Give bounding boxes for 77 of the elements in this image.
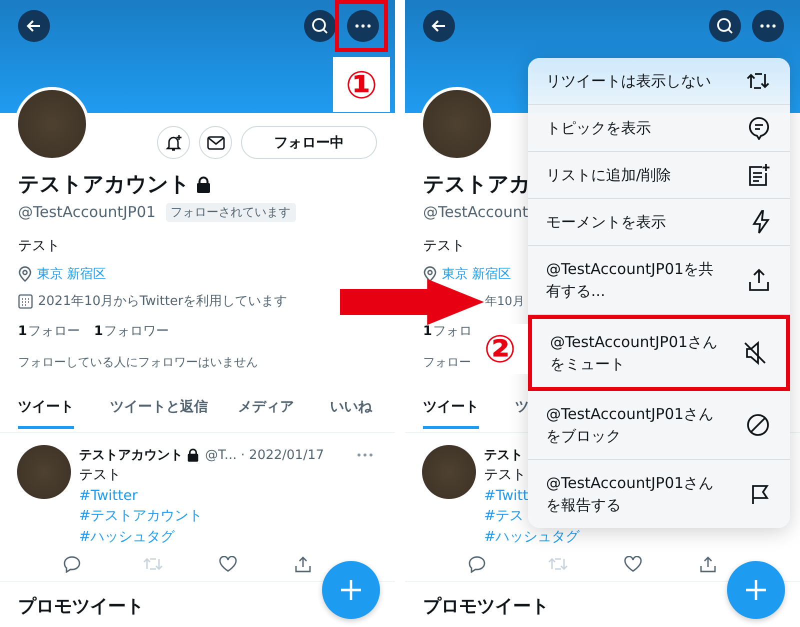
followers-note: フォロー xyxy=(423,354,471,371)
like-icon[interactable] xyxy=(624,556,642,572)
more-icon xyxy=(760,24,776,28)
section-title: プロモツイート xyxy=(423,595,549,618)
search-icon xyxy=(311,17,329,35)
notify-button[interactable] xyxy=(157,126,190,159)
search-icon xyxy=(716,17,734,35)
location-pin-icon xyxy=(18,266,32,282)
tweet-date: · 2022/01/17 xyxy=(240,448,324,462)
more-icon xyxy=(355,24,371,28)
profile-tab[interactable]: ツイート xyxy=(18,388,74,429)
like-icon[interactable] xyxy=(219,556,237,572)
profile-handle: @TestAccount xyxy=(423,203,528,221)
menu-item[interactable]: リツイートは表示しない xyxy=(528,58,790,105)
menu-item[interactable]: リストに追加/削除 xyxy=(528,152,790,199)
tweet-author: テストアカウント xyxy=(79,447,183,464)
more-icon[interactable] xyxy=(357,453,373,457)
retweet-icon xyxy=(746,71,770,91)
menu-item[interactable]: @TestAccountJP01さんをミュート xyxy=(528,315,790,391)
compose-button[interactable] xyxy=(322,561,380,619)
speech-bubble-icon xyxy=(748,116,770,140)
search-button[interactable] xyxy=(304,10,336,42)
tweet-handle: @T... xyxy=(205,448,237,462)
tweet-author: テスト xyxy=(484,447,523,464)
profile-tab[interactable]: メディア xyxy=(238,388,294,429)
profile-tab[interactable]: ツ xyxy=(515,388,529,429)
reply-icon[interactable] xyxy=(63,555,81,573)
followers-note: フォローしている人にフォロワーはいません xyxy=(18,354,258,371)
tweet-text: テスト xyxy=(79,466,121,485)
back-arrow-icon xyxy=(26,18,42,34)
mail-icon xyxy=(206,136,224,150)
reply-icon[interactable] xyxy=(468,555,486,573)
back-button[interactable] xyxy=(423,10,455,42)
share-icon[interactable] xyxy=(295,556,311,572)
block-icon xyxy=(746,413,770,437)
step-label: ① xyxy=(333,57,390,112)
menu-item[interactable]: トピックを表示 xyxy=(528,105,790,152)
menu-item[interactable]: モーメントを表示 xyxy=(528,199,790,246)
mute-icon xyxy=(744,341,766,365)
join-date: 年10月 xyxy=(485,292,524,310)
message-button[interactable] xyxy=(199,126,232,159)
lightning-icon xyxy=(752,210,770,234)
location-pin-icon xyxy=(423,266,437,282)
plus-icon xyxy=(745,579,767,601)
profile-handle: @TestAccountJP01 xyxy=(18,203,156,221)
follows-you-badge: フォローされています xyxy=(166,202,296,222)
following-button[interactable]: フォロー中 xyxy=(241,126,377,159)
compose-button[interactable] xyxy=(727,561,785,619)
plus-icon xyxy=(340,579,362,601)
flag-icon xyxy=(750,483,770,505)
share-icon[interactable] xyxy=(700,556,716,572)
profile-name: テストアカウント xyxy=(18,171,190,198)
tweet-avatar xyxy=(17,445,71,499)
section-title: プロモツイート xyxy=(18,595,144,618)
profile-tab[interactable]: いいね xyxy=(330,388,372,429)
profile-tab[interactable]: ツイート xyxy=(423,388,479,429)
followers-count[interactable]: 1フォロワー xyxy=(94,322,170,340)
bell-plus-icon xyxy=(164,134,182,152)
tweet-text: テスト xyxy=(484,466,526,485)
menu-item[interactable]: @TestAccountJP01さんをブロック xyxy=(528,391,790,460)
following-count[interactable]: 1フォロ xyxy=(423,322,472,340)
menu-item[interactable]: @TestAccountJP01を共有する... xyxy=(528,246,790,315)
back-arrow-icon xyxy=(431,18,447,34)
following-count[interactable]: 1フォロー xyxy=(18,322,80,340)
profile-bio: テスト xyxy=(18,237,60,256)
more-button[interactable] xyxy=(347,10,379,42)
more-button[interactable] xyxy=(752,10,784,42)
join-date: 2021年10月からTwitterを利用しています xyxy=(38,293,288,310)
share-icon xyxy=(748,268,770,292)
tweet-avatar xyxy=(422,445,476,499)
menu-item[interactable]: @TestAccountJP01さんを報告する xyxy=(528,460,790,528)
list-add-icon xyxy=(748,163,770,187)
profile-name: テストアカ xyxy=(423,171,530,198)
back-button[interactable] xyxy=(18,10,50,42)
profile-tab[interactable]: ツイートと返信 xyxy=(110,388,208,429)
profile-bio: テスト xyxy=(423,237,465,256)
search-button[interactable] xyxy=(709,10,741,42)
